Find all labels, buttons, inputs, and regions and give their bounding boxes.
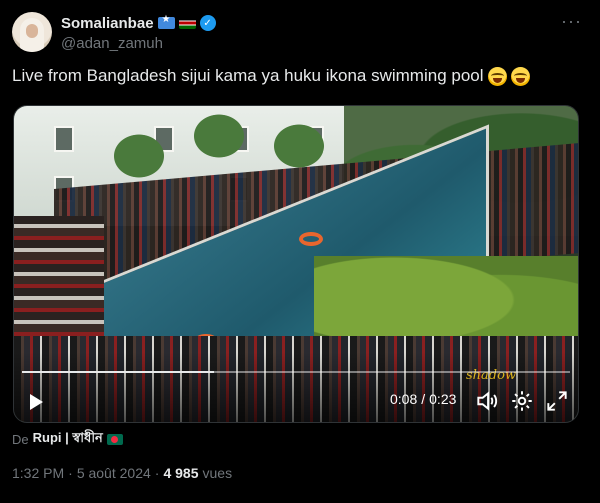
video-time: 0:08 / 0:23 [390,391,456,407]
face-with-tears-of-joy-icon [510,66,530,86]
tweet-date[interactable]: 5 août 2024 [77,465,151,481]
tweet-meta: 1:32 PM · 5 août 2024 · 4 985 vues [12,465,232,481]
author-handle[interactable]: @adan_zamuh [61,35,163,52]
palm-tree [104,126,174,186]
avatar[interactable] [12,12,52,52]
avatar-face [26,24,38,38]
video-progress-fill [22,371,214,373]
tweet-time[interactable]: 1:32 PM [12,465,64,481]
media-credit: De Rupi | স্বাধীন [12,429,123,450]
life-ring [299,232,323,246]
face-with-tears-of-joy-icon [487,66,507,86]
meta-separator: · [154,465,160,481]
flag-somalia-icon [157,14,175,29]
video-progress-bar[interactable] [22,371,570,373]
tweet-text-row: Live from Bangladesh sijui kama ya huku … [12,66,530,86]
author-display-name[interactable]: Somalianbae [61,15,154,32]
verified-badge-icon: ✓ [199,15,216,31]
settings-gear-icon[interactable] [509,388,535,414]
palm-tree [184,106,254,166]
flag-bangladesh-icon [106,434,123,445]
tweet-text: Live from Bangladesh sijui kama ya huku … [12,66,484,85]
flag-kenya-icon [178,17,196,29]
media-credit-prefix: De [12,432,29,447]
media-credit-source[interactable]: Rupi | স্বাধীন [33,429,103,450]
current-time: 0:08 [390,391,418,407]
video-controls: 0:08 / 0:23 [14,386,578,416]
video-player[interactable]: shadow 0:08 / 0:23 [13,105,579,423]
duration: 0:23 [429,391,457,407]
views-count: 4 985 [163,465,199,481]
meta-separator: · [68,465,73,481]
volume-icon[interactable] [474,388,500,414]
fullscreen-icon[interactable] [544,388,570,414]
time-separator: / [421,391,426,407]
play-icon[interactable] [30,394,43,410]
views-label: vues [202,465,233,481]
author-name-row: Somalianbae ✓ [61,13,216,33]
more-options-icon[interactable]: ··· [561,12,582,30]
tweet: Somalianbae ✓ @adan_zamuh ··· Live from … [0,0,600,503]
